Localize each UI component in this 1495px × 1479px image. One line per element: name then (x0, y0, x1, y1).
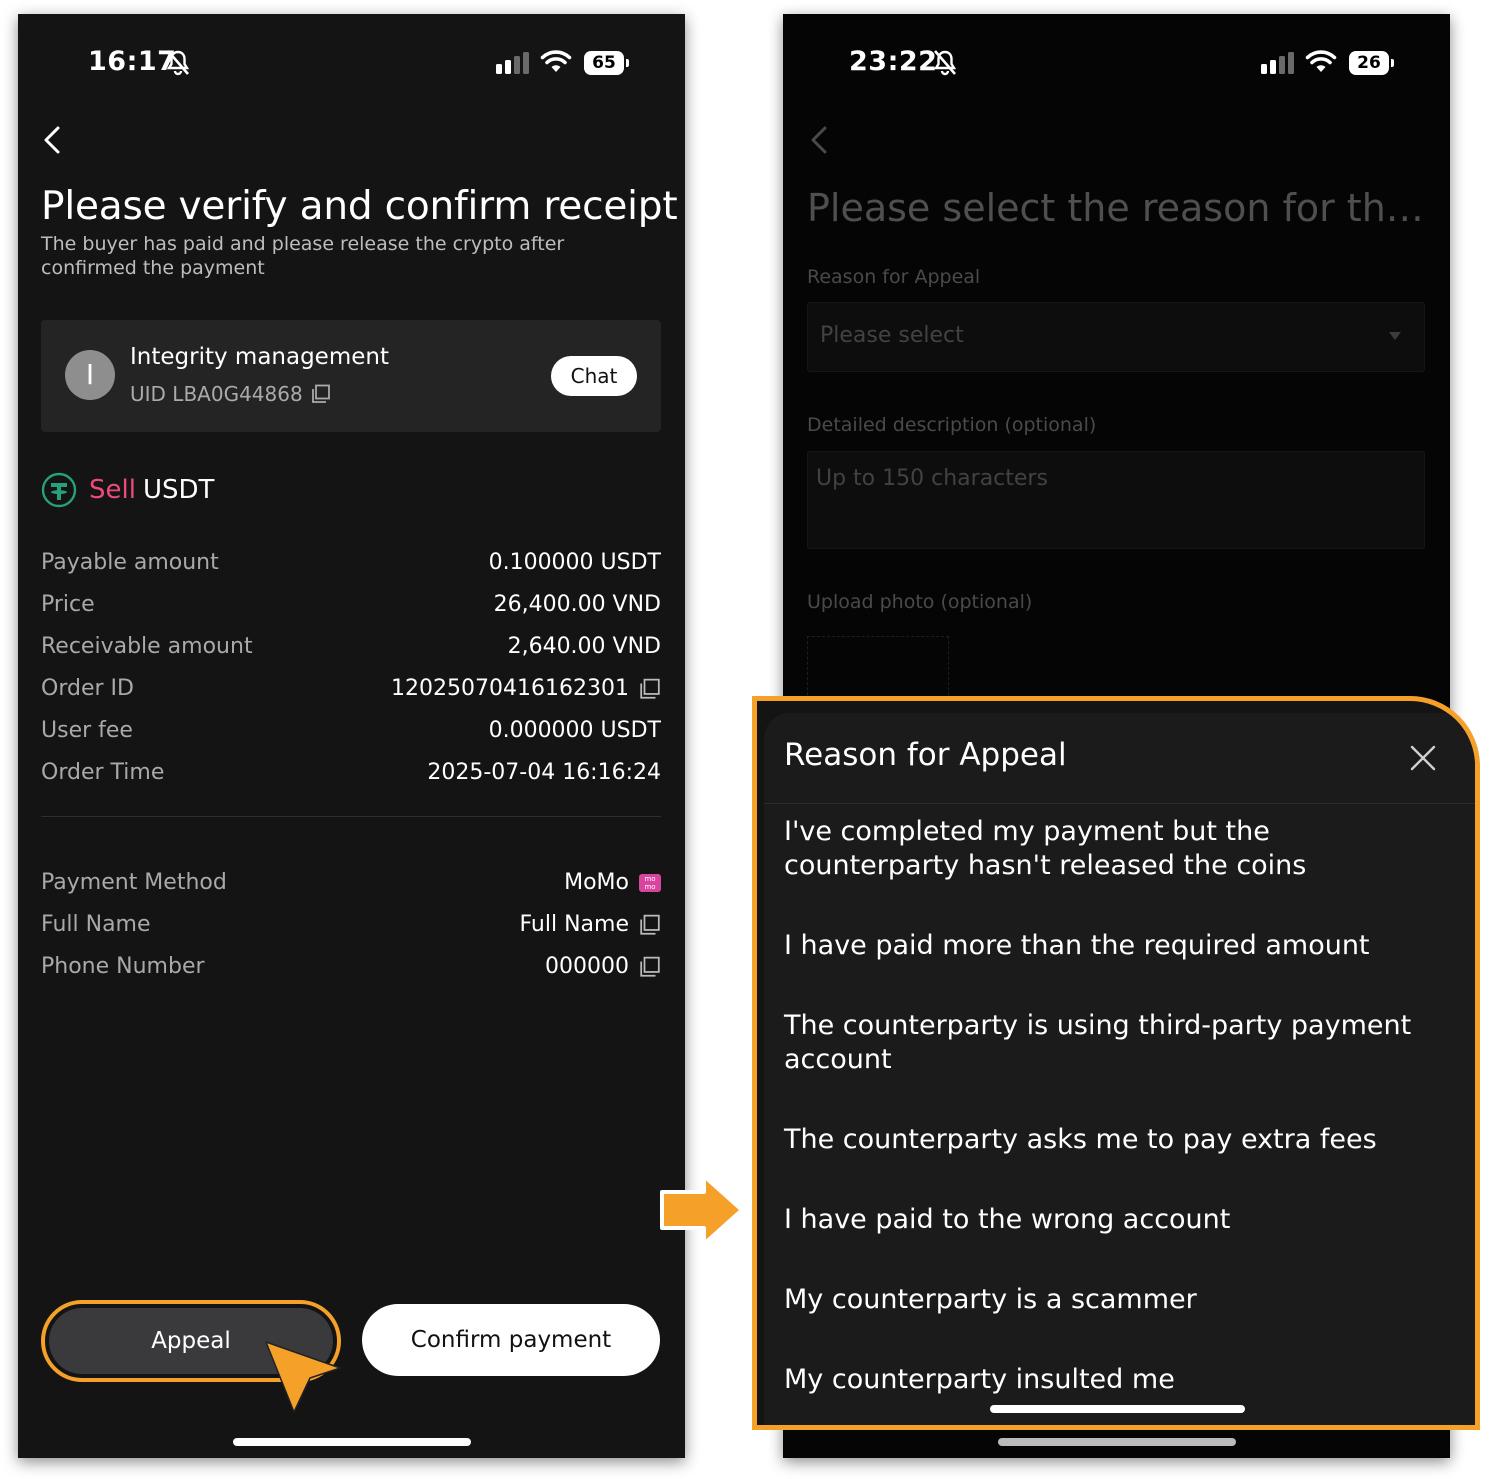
detail-label: Payable amount (41, 550, 219, 575)
detail-value: 0.100000 USDT (489, 550, 661, 575)
detail-row: Phone Number 000000 (41, 948, 661, 988)
detail-value: Full Name (519, 912, 661, 937)
cellular-signal-icon (496, 52, 529, 74)
order-side-heading: Sell USDT (41, 472, 214, 508)
copy-icon[interactable] (639, 956, 661, 978)
cursor-pointer-icon (265, 1341, 341, 1413)
battery-indicator: 26 (1349, 51, 1394, 75)
caret-down-icon (1389, 332, 1401, 340)
reason-bottom-sheet: Reason for Appeal I've completed my paym… (764, 713, 1475, 1425)
bell-muted-icon (933, 50, 957, 76)
sheet-title: Reason for Appeal (784, 737, 1067, 773)
reason-label: Reason for Appeal (807, 266, 981, 288)
copy-icon[interactable] (639, 678, 661, 700)
merchant-name: Integrity management (130, 344, 389, 370)
detail-value: MoMo mo mo (564, 870, 661, 895)
detail-row: Order ID 12025070416162301 (41, 670, 661, 710)
description-placeholder: Up to 150 characters (816, 466, 1048, 491)
reason-option[interactable]: The counterparty is using third-party pa… (784, 1009, 1424, 1077)
sheet-divider (764, 803, 1475, 804)
detail-value: 26,400.00 VND (494, 592, 661, 617)
status-time: 16:17 (88, 46, 177, 77)
appeal-reason-highlight: Reason for Appeal I've completed my paym… (752, 696, 1480, 1430)
arrow-right-icon (660, 1174, 744, 1246)
detail-label: User fee (41, 718, 133, 743)
detail-label: Full Name (41, 912, 151, 937)
detail-label: Payment Method (41, 870, 227, 895)
description-label: Detailed description (optional) (807, 414, 1097, 436)
detail-row: User fee 0.000000 USDT (41, 712, 661, 752)
detail-row: Receivable amount 2,640.00 VND (41, 628, 661, 668)
detail-value-text: Full Name (519, 912, 629, 937)
reason-option[interactable]: I have paid more than the required amoun… (784, 929, 1424, 963)
close-icon[interactable] (1410, 745, 1436, 771)
detail-value: 12025070416162301 (391, 676, 661, 701)
detail-row: Payable amount 0.100000 USDT (41, 544, 661, 584)
description-textarea[interactable]: Up to 150 characters (807, 451, 1425, 549)
reason-option[interactable]: I have paid to the wrong account (784, 1203, 1424, 1237)
wifi-icon (540, 50, 572, 72)
detail-value-text: 12025070416162301 (391, 676, 629, 701)
status-time: 23:22 (849, 46, 938, 77)
reason-option[interactable]: My counterparty is a scammer (784, 1283, 1424, 1317)
detail-label: Order ID (41, 676, 134, 701)
battery-indicator: 65 (584, 51, 629, 75)
page-title: Please verify and confirm receipt (41, 184, 678, 229)
copy-icon[interactable] (639, 914, 661, 936)
detail-value-text: MoMo (564, 870, 629, 895)
detail-label: Receivable amount (41, 634, 253, 659)
reason-option[interactable]: I've completed my payment but the counte… (784, 815, 1424, 883)
back-chevron-icon[interactable] (805, 124, 833, 156)
merchant-uid: UID LBA0G44868 (130, 382, 331, 406)
reason-select[interactable]: Please select (807, 302, 1425, 372)
detail-value: 000000 (545, 954, 661, 979)
merchant-uid-text: UID LBA0G44868 (130, 382, 303, 406)
detail-value-text: 2,640.00 VND (507, 634, 661, 659)
order-side-asset: USDT (142, 475, 215, 505)
copy-icon[interactable] (311, 384, 331, 404)
detail-row: Full Name Full Name (41, 906, 661, 946)
reason-select-placeholder: Please select (820, 323, 964, 348)
phone-screen-left: 16:17 65 Please verify and confirm recei… (18, 14, 685, 1458)
detail-value-text: 26,400.00 VND (493, 592, 661, 617)
upload-label: Upload photo (optional) (807, 591, 1033, 613)
detail-label: Price (41, 592, 95, 617)
confirm-payment-button[interactable]: Confirm payment (362, 1304, 660, 1376)
reason-option[interactable]: My counterparty insulted me (784, 1363, 1424, 1397)
home-indicator (990, 1405, 1245, 1413)
avatar: I (65, 350, 115, 400)
back-chevron-icon[interactable] (38, 124, 66, 156)
detail-label: Phone Number (41, 954, 205, 979)
order-side-action: Sell (89, 475, 136, 505)
merchant-card: I Integrity management UID LBA0G44868 Ch… (41, 320, 661, 432)
chat-button[interactable]: Chat (551, 356, 637, 396)
detail-label: Order Time (41, 760, 165, 785)
detail-value-text: 0.100000 USDT (488, 550, 661, 575)
wifi-icon (1305, 50, 1337, 72)
detail-value: 2025-07-04 16:16:24 (427, 760, 661, 785)
detail-row: Order Time 2025-07-04 16:16:24 (41, 754, 661, 794)
bell-muted-icon (166, 50, 190, 76)
detail-value-text: 000000 (545, 954, 629, 979)
home-indicator (998, 1438, 1236, 1446)
detail-value-text: 2025-07-04 16:16:24 (427, 760, 661, 785)
tether-icon (41, 472, 77, 508)
page-title: Please select the reason for th… (807, 186, 1424, 230)
detail-row: Payment Method MoMo mo mo (41, 864, 661, 904)
reason-option[interactable]: The counterparty asks me to pay extra fe… (784, 1123, 1424, 1157)
page-subtitle: The buyer has paid and please release th… (41, 233, 565, 279)
detail-value: 0.000000 USDT (489, 718, 661, 743)
detail-value: 2,640.00 VND (508, 634, 661, 659)
section-divider (41, 816, 661, 817)
momo-logo-icon: mo mo (639, 873, 661, 892)
home-indicator (233, 1438, 471, 1446)
detail-row: Price 26,400.00 VND (41, 586, 661, 626)
detail-value-text: 0.000000 USDT (488, 718, 661, 743)
cellular-signal-icon (1261, 52, 1294, 74)
